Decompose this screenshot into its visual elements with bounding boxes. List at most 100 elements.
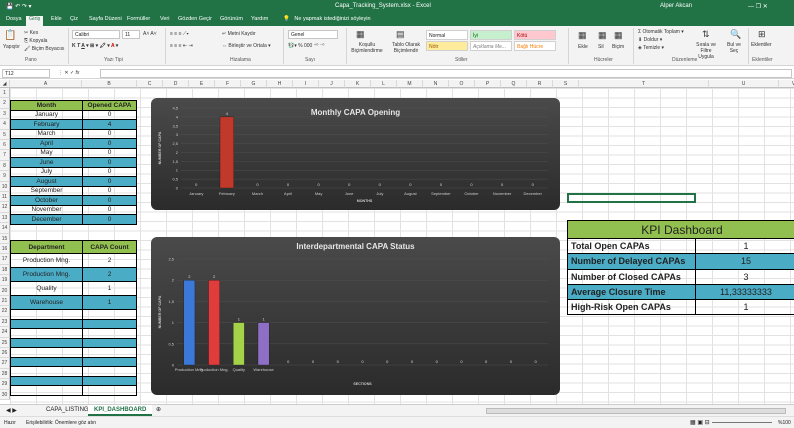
fill-button[interactable]: ⬇ Doldur ▾	[638, 37, 662, 43]
number-format-buttons[interactable]: 💱▾ % 000 ⁺⁰ ⁻⁰	[288, 43, 324, 49]
row-header[interactable]: 9	[0, 171, 10, 182]
column-header[interactable]: V	[779, 80, 794, 88]
column-header[interactable]: G	[241, 80, 267, 88]
paste-button[interactable]: Yapıştır	[3, 44, 20, 50]
align-top-buttons[interactable]: ≡ ≡ ≡ ⟋▾	[170, 31, 189, 37]
autosum-button[interactable]: Σ Otomatik Toplam ▾	[638, 29, 684, 35]
row-header[interactable]: 16	[0, 244, 10, 255]
tab-draw[interactable]: Çiz	[67, 16, 81, 22]
wrap-text-button[interactable]: ↵ Metni Kaydır	[222, 31, 256, 37]
format-table-icon[interactable]: ▤	[396, 29, 405, 40]
sheet-tab-capa-listing[interactable]: CAPA_LISTING	[40, 407, 95, 413]
row-header[interactable]: 30	[0, 389, 10, 400]
font-size-select[interactable]: 11	[122, 30, 140, 39]
row-header[interactable]: 17	[0, 254, 10, 265]
row-header[interactable]: 1	[0, 88, 10, 99]
empty-cell[interactable]	[10, 309, 83, 320]
delete-cells-icon[interactable]: ▦	[598, 30, 607, 41]
opened-capa-cell[interactable]: 0	[82, 204, 137, 215]
row-header[interactable]: 26	[0, 348, 10, 359]
zoom-level[interactable]: %100	[778, 420, 791, 426]
style-explanatory[interactable]: Açıklama Me...	[470, 41, 512, 51]
column-header[interactable]: O	[449, 80, 475, 88]
row-header[interactable]: 25	[0, 337, 10, 348]
row-header[interactable]: 23	[0, 316, 10, 328]
row-header[interactable]: 6	[0, 140, 10, 151]
clear-button[interactable]: ◈ Temizle ▾	[638, 45, 664, 51]
tab-view[interactable]: Görünüm	[217, 16, 246, 22]
add-sheet-icon[interactable]: ⊕	[156, 406, 161, 413]
row-header[interactable]: 24	[0, 327, 10, 338]
department-capa-chart[interactable]: Interdepartmental CAPA Status 0 0,5 1 1,5 2 2,…	[151, 237, 560, 395]
tell-me-search[interactable]: 💡 Ne yapmak istediğinizi söyleyin	[280, 16, 377, 22]
cut-button[interactable]: ✂ Kes	[24, 30, 38, 36]
column-header[interactable]: J	[319, 80, 345, 88]
merge-center-button[interactable]: ⇔ Birleştir ve Ortala ▾	[222, 43, 271, 49]
column-header[interactable]: K	[345, 80, 371, 88]
kpi-label[interactable]: Average Closure Time	[567, 283, 696, 301]
month-cell[interactable]: June	[10, 157, 83, 168]
column-header[interactable]: T	[579, 80, 709, 88]
month-cell[interactable]: March	[10, 128, 83, 139]
tab-page-layout[interactable]: Sayfa Düzeni	[86, 16, 125, 22]
column-header[interactable]: E	[189, 80, 215, 88]
row-header[interactable]: 3	[0, 108, 10, 120]
row-header[interactable]: 19	[0, 275, 10, 286]
empty-cell[interactable]	[82, 318, 137, 329]
addins-icon[interactable]: ⊞	[758, 29, 766, 40]
empty-cell[interactable]	[10, 356, 83, 367]
kpi-value[interactable]: 1	[695, 299, 794, 316]
column-header[interactable]: I	[293, 80, 319, 88]
row-header[interactable]: 8	[0, 160, 10, 172]
font-name-select[interactable]: Calibri	[72, 30, 120, 39]
department-cell[interactable]: Quality	[10, 281, 83, 296]
tab-file[interactable]: Dosya	[3, 16, 25, 22]
style-neutral[interactable]: Nötr	[426, 41, 468, 51]
paste-icon[interactable]: 📋	[4, 30, 16, 41]
month-cell[interactable]: January	[10, 109, 83, 120]
empty-cell[interactable]	[82, 356, 137, 367]
row-header[interactable]: 2	[0, 98, 10, 109]
tab-review[interactable]: Gözden Geçir	[175, 16, 215, 22]
tab-insert[interactable]: Ekle	[48, 16, 65, 22]
month-cell[interactable]: February	[10, 119, 83, 130]
department-cell[interactable]: Production Mng.	[10, 267, 83, 282]
kpi-value[interactable]: 3	[695, 268, 794, 285]
autosave-icon[interactable]: 💾 ↶ ↷ ▾	[6, 3, 32, 10]
horizontal-scrollbar[interactable]	[486, 408, 786, 414]
row-header[interactable]: 12	[0, 202, 10, 213]
capa-count-cell[interactable]: 2	[82, 267, 137, 282]
formula-input[interactable]	[100, 69, 792, 78]
month-cell[interactable]: August	[10, 176, 83, 187]
kpi-label[interactable]: Number of Closed CAPAs	[567, 268, 696, 285]
insert-cells-icon[interactable]: ▦	[578, 30, 587, 41]
view-buttons[interactable]: ▦ ▣ ⊟	[690, 419, 710, 426]
month-cell[interactable]: December	[10, 214, 83, 225]
empty-cell[interactable]	[10, 328, 83, 339]
column-header[interactable]: H	[267, 80, 293, 88]
name-box[interactable]: T12	[2, 69, 50, 78]
empty-cell[interactable]	[10, 366, 83, 377]
opened-capa-cell[interactable]: 0	[82, 214, 137, 225]
row-header[interactable]: 10	[0, 181, 10, 192]
column-header[interactable]: Q	[501, 80, 527, 88]
opened-capa-cell[interactable]: 4	[82, 119, 137, 130]
opened-capa-cell[interactable]: 0	[82, 195, 137, 206]
row-header[interactable]: 14	[0, 223, 10, 234]
insert-cells-button[interactable]: Ekle	[578, 44, 588, 50]
column-header[interactable]: A	[10, 80, 82, 88]
style-bad[interactable]: Kötü	[514, 30, 556, 40]
empty-cell[interactable]	[10, 385, 83, 396]
month-cell[interactable]: September	[10, 185, 83, 196]
row-header[interactable]: 11	[0, 192, 10, 203]
format-cells-icon[interactable]: ▦	[614, 30, 623, 41]
column-header[interactable]: M	[397, 80, 423, 88]
addins-button[interactable]: Eklentiler	[751, 42, 772, 48]
opened-capa-cell[interactable]: 0	[82, 109, 137, 120]
opened-capa-cell[interactable]: 0	[82, 166, 137, 177]
font-size-buttons[interactable]: A˄ A˅	[143, 31, 157, 37]
empty-cell[interactable]	[82, 328, 137, 339]
kpi-label[interactable]: Total Open CAPAs	[567, 237, 696, 255]
row-header[interactable]: 18	[0, 264, 10, 276]
column-header[interactable]: P	[475, 80, 501, 88]
